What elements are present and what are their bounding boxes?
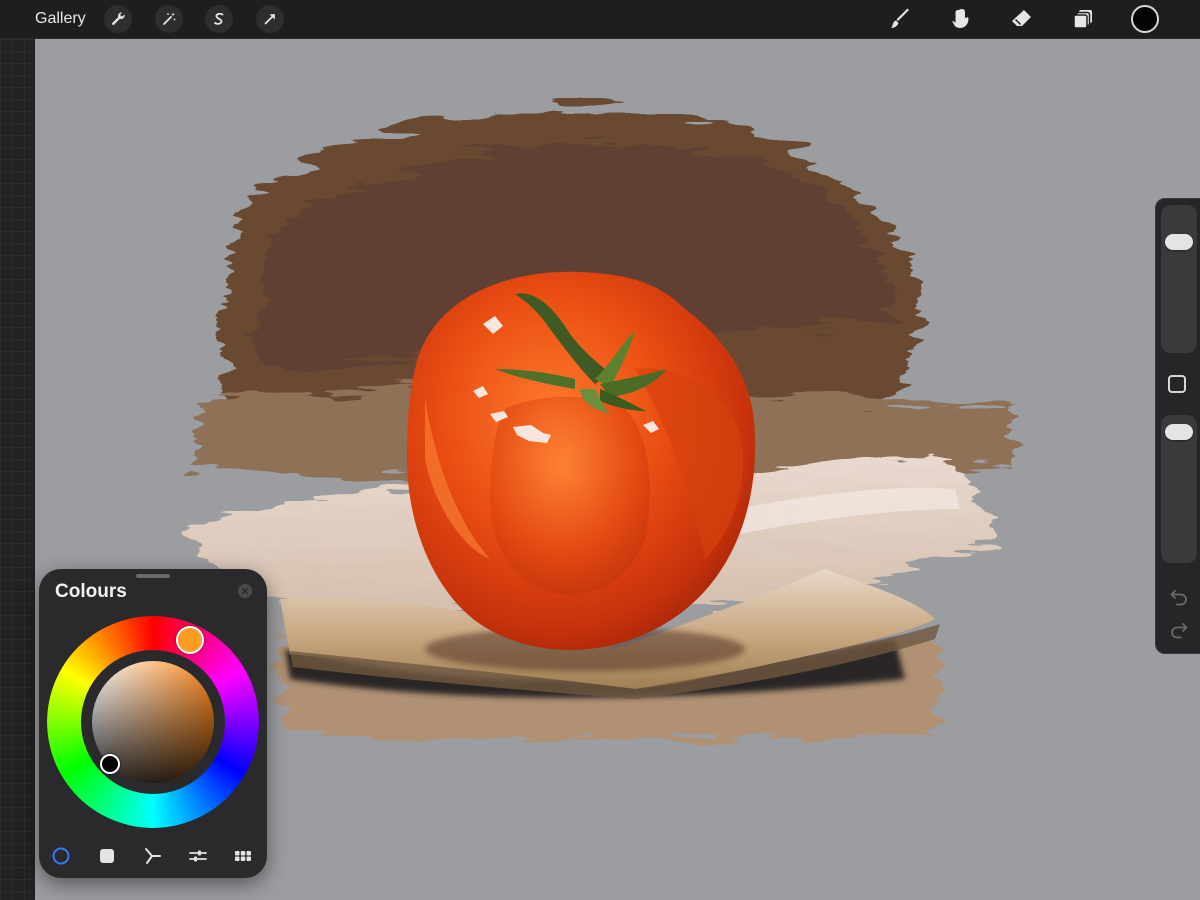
tab-disc[interactable] (50, 845, 72, 867)
tab-value[interactable] (187, 845, 209, 867)
transform-button[interactable] (256, 5, 284, 33)
brush-size-slider[interactable] (1161, 205, 1197, 353)
panel-title: Colours (55, 581, 127, 602)
panel-grabber[interactable] (136, 574, 170, 578)
transform-icon (264, 14, 275, 25)
wrench-icon (112, 12, 125, 25)
modifier-button[interactable] (1168, 375, 1186, 393)
right-sidebar (1155, 198, 1200, 654)
brush-icon (891, 8, 909, 28)
left-gutter (0, 39, 34, 900)
brush-opacity-slider[interactable] (1161, 415, 1197, 563)
value-icon (189, 850, 207, 862)
gallery-button[interactable]: Gallery (35, 9, 86, 29)
redo-icon (1171, 623, 1188, 639)
tab-palettes[interactable] (232, 845, 254, 867)
colours-panel: Colours (39, 569, 267, 878)
tab-classic[interactable] (96, 845, 118, 867)
hue-handle[interactable] (176, 626, 204, 654)
smudge-button[interactable] (945, 4, 975, 34)
palettes-icon (235, 851, 251, 861)
classic-icon (100, 849, 114, 863)
colour-mode-tabs (39, 841, 267, 869)
brush-button[interactable] (885, 4, 915, 34)
selection-button[interactable] (205, 5, 233, 33)
undo-icon (1170, 590, 1187, 606)
close-icon (241, 587, 249, 595)
undo-button[interactable] (1168, 584, 1190, 606)
layers-icon (1073, 10, 1092, 29)
redo-button[interactable] (1168, 621, 1190, 643)
adjustments-button[interactable] (155, 5, 183, 33)
actions-button[interactable] (104, 5, 132, 33)
tab-harmony[interactable] (141, 845, 163, 867)
brush-size-thumb[interactable] (1165, 233, 1193, 250)
procreate-app: Gallery Colours (0, 0, 1200, 900)
selection-icon (214, 12, 224, 25)
top-toolbar: Gallery (0, 0, 1200, 39)
eraser-icon (1012, 10, 1031, 26)
layers-button[interactable] (1068, 4, 1098, 34)
brush-opacity-thumb[interactable] (1165, 423, 1193, 440)
harmony-icon (145, 848, 161, 864)
current-color-swatch[interactable] (1131, 5, 1159, 33)
eraser-button[interactable] (1006, 4, 1036, 34)
disc-icon (52, 847, 70, 865)
smudge-icon (952, 9, 969, 28)
close-panel-button[interactable] (238, 584, 252, 598)
magic-wand-icon (163, 12, 176, 25)
color-picker-handle[interactable] (100, 754, 120, 774)
